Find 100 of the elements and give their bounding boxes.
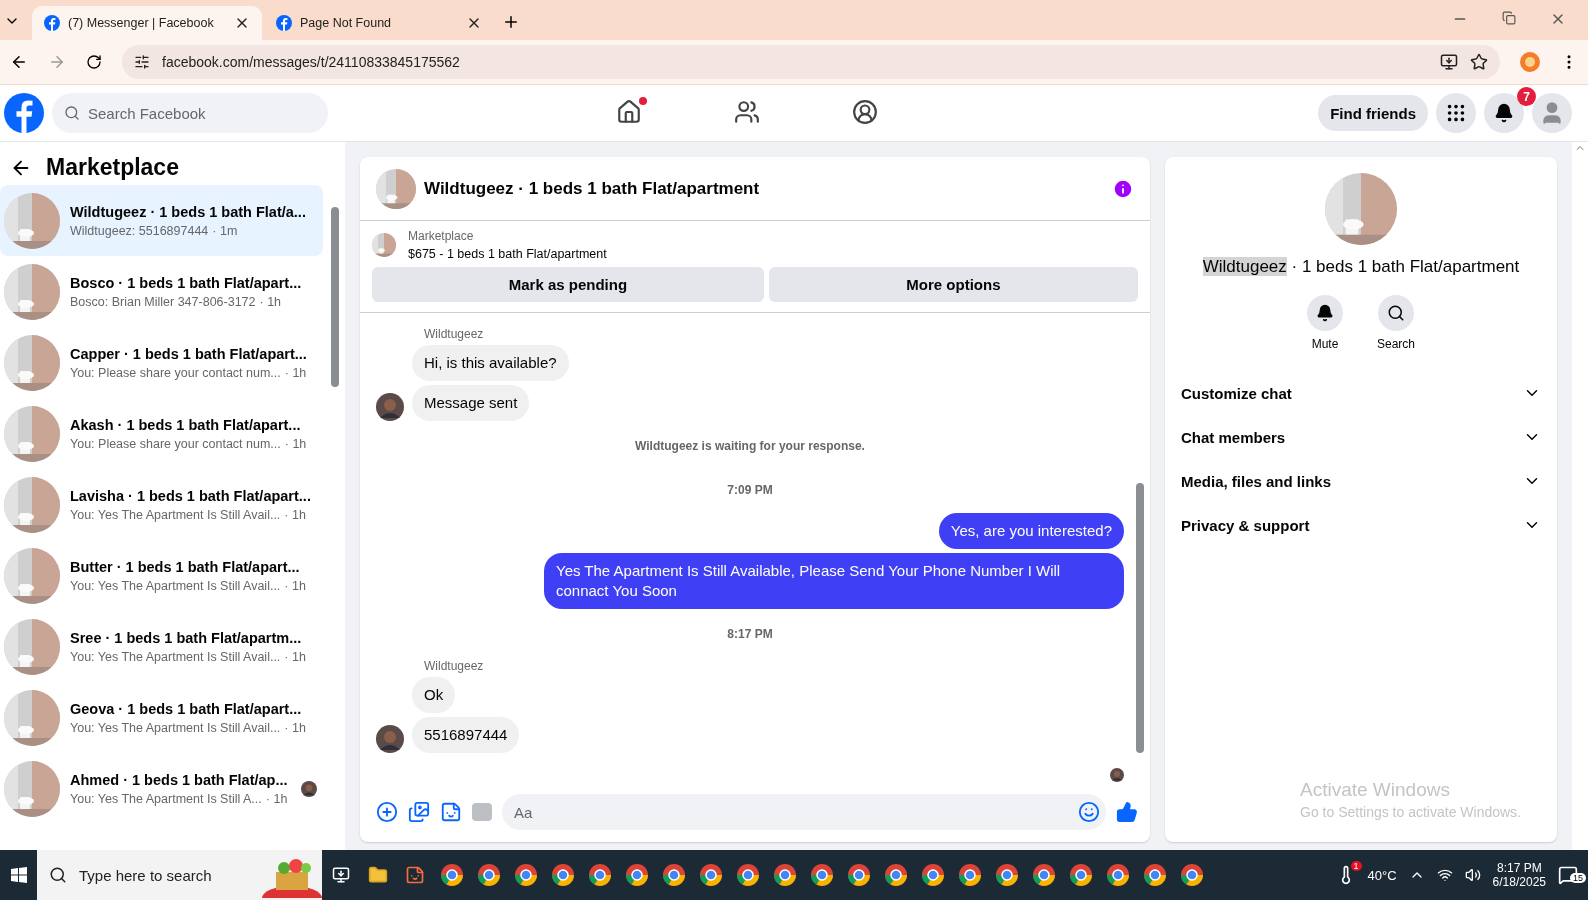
avatar <box>376 725 404 753</box>
app-icon[interactable] <box>404 865 425 885</box>
browser-icon[interactable] <box>846 863 871 887</box>
bell-icon <box>1494 103 1514 123</box>
info-icon[interactable] <box>1112 177 1134 200</box>
browser-tab[interactable]: (7) Messenger | Facebook <box>32 6 262 40</box>
conversation-item[interactable]: Capper · 1 beds 1 bath Flat/apart... You: Please share your contact num... · 1h <box>0 327 323 398</box>
find-friends-button[interactable]: Find friends <box>1318 95 1428 131</box>
conversation-title: Ahmed · 1 beds 1 bath Flat/ap... <box>70 771 289 788</box>
conversation-item[interactable]: Wildtugeez · 1 beds 1 bath Flat/a... Wildtugeez: 5516897444 · 1m <box>0 185 323 256</box>
conversation-item[interactable]: Geova · 1 beds 1 bath Flat/apart... You: Yes The Apartment Is Still Avail... · 1h <box>0 682 323 753</box>
back-icon[interactable] <box>10 53 28 71</box>
like-icon[interactable] <box>1116 801 1138 823</box>
conversation-title: Geova · 1 beds 1 bath Flat/apart... <box>70 700 303 717</box>
action-button[interactable]: Mark as pending <box>372 267 764 302</box>
browser-icon[interactable] <box>883 863 908 887</box>
conversation-title: Butter · 1 beds 1 bath Flat/apart... <box>70 558 301 575</box>
section-header[interactable]: Chat members <box>1181 415 1541 459</box>
browser-icon[interactable] <box>772 863 797 887</box>
search-icon <box>1387 304 1405 322</box>
action-button[interactable]: More options <box>768 267 1138 302</box>
browser-icon[interactable] <box>698 863 723 887</box>
windows-logo[interactable] <box>10 867 27 883</box>
browser-icon[interactable] <box>661 863 686 887</box>
section-header[interactable]: Media, files and links <box>1181 459 1541 503</box>
facebook-logo <box>44 15 60 31</box>
message-preview: You: Yes The Apartment Is Still Avail... <box>70 507 281 522</box>
photo-icon[interactable] <box>408 801 430 823</box>
browser-icon[interactable] <box>624 863 649 887</box>
message-preview: You: Please share your contact num... <box>70 436 281 451</box>
browser-icon[interactable] <box>476 863 501 887</box>
restore-icon[interactable] <box>1502 11 1516 25</box>
activation-text: Go to Settings to activate Windows. <box>1300 804 1521 820</box>
section-header[interactable]: Customize chat <box>1181 371 1541 415</box>
emoji-icon[interactable] <box>1078 801 1100 823</box>
conversation-item[interactable]: Butter · 1 beds 1 bath Flat/apart... You: Yes The Apartment Is Still Avail... · 1h <box>0 540 323 611</box>
groups-icon[interactable] <box>852 99 879 125</box>
forward-icon[interactable] <box>48 53 66 71</box>
action-label: Search <box>1377 337 1415 351</box>
browser-icon[interactable] <box>735 863 760 887</box>
browser-icon[interactable] <box>513 863 538 887</box>
scrollbar[interactable] <box>1136 483 1144 753</box>
message-bubble: Ok <box>412 677 456 713</box>
avatar <box>301 780 317 797</box>
account-button[interactable] <box>1532 93 1572 133</box>
folder-icon[interactable] <box>367 865 388 885</box>
conversation-item[interactable]: Akash · 1 beds 1 bath Flat/apart... You: Please share your contact num... · 1h <box>0 398 323 469</box>
message-bubble: 5516897444 <box>412 717 520 753</box>
browser-icon[interactable] <box>1179 863 1204 887</box>
browser-icon[interactable] <box>1031 863 1056 887</box>
install-icon[interactable] <box>1440 53 1458 71</box>
sticker-icon[interactable] <box>440 801 462 823</box>
facebook-logo[interactable] <box>4 93 44 133</box>
volume-icon[interactable] <box>1464 867 1481 883</box>
new-tab-icon[interactable] <box>502 13 520 31</box>
conversation-item[interactable]: Lavisha · 1 beds 1 bath Flat/apart... You: Yes The Apartment Is Still Avail... · 1h <box>0 469 323 540</box>
message-preview: You: Yes The Apartment Is Still Avail... <box>70 649 281 664</box>
message-time: · 1h <box>284 436 307 451</box>
wifi-icon[interactable] <box>1436 867 1453 883</box>
address-bar[interactable]: facebook.com/messages/t/24110833845175562 <box>122 45 1500 79</box>
conversation-title: Sree · 1 beds 1 bath Flat/apartm... <box>70 629 303 646</box>
message-time: · 1m <box>212 223 238 238</box>
friends-icon[interactable] <box>734 99 761 125</box>
conversation-title: Wildtugeez · 1 beds 1 bath Flat/a... <box>70 203 307 220</box>
conversation-item[interactable]: Bosco · 1 beds 1 bath Flat/apart... Bosco: Brian Miller 347-806-3172 · 1h <box>0 256 323 327</box>
browser-icon[interactable] <box>1142 863 1167 887</box>
browser-icon[interactable] <box>1105 863 1130 887</box>
notifications-button[interactable] <box>1484 93 1524 133</box>
scrollbar[interactable] <box>331 207 339 387</box>
message-time: · 1h <box>284 720 306 735</box>
browser-icon[interactable] <box>439 863 464 887</box>
search-field[interactable]: Search Facebook <box>52 93 328 133</box>
message-field[interactable]: Aa <box>502 794 1106 830</box>
conversation-title: Bosco · 1 beds 1 bath Flat/apart... <box>70 274 303 291</box>
clock[interactable]: 8:17 PM 6/18/2025 <box>1492 861 1546 889</box>
plus-icon[interactable] <box>376 801 398 823</box>
conversation-title: Capper · 1 beds 1 bath Flat/apart... <box>70 345 308 362</box>
menu-button[interactable] <box>1436 93 1476 133</box>
home-icon[interactable] <box>616 99 643 125</box>
message-preview: Bosco: Brian Miller 347-806-3172 <box>70 294 256 309</box>
taskbar-search[interactable]: Type here to search <box>37 850 322 900</box>
conversation-item[interactable]: Sree · 1 beds 1 bath Flat/apartm... You: Yes The Apartment Is Still Avail... · 1h <box>0 611 323 682</box>
bookmark-star-icon[interactable] <box>1470 53 1488 71</box>
browser-icon[interactable] <box>1068 863 1093 887</box>
search-button[interactable] <box>1378 295 1414 331</box>
section-header[interactable]: Privacy & support <box>1181 503 1541 547</box>
browser-icon[interactable] <box>994 863 1019 887</box>
section-title: Media, files and links <box>1181 472 1332 490</box>
message-time: · 1h <box>284 649 306 664</box>
message-time: · 1h <box>265 791 288 806</box>
browser-icon[interactable] <box>550 863 575 887</box>
browser-icon[interactable] <box>957 863 982 887</box>
mute-button[interactable] <box>1307 295 1343 331</box>
message-time: · 1h <box>284 365 307 380</box>
browser-icon[interactable] <box>587 863 612 887</box>
reload-icon[interactable] <box>86 54 102 70</box>
browser-icon[interactable] <box>809 863 834 887</box>
browser-icon[interactable] <box>920 863 945 887</box>
browser-tab[interactable]: Page Not Found <box>264 6 494 40</box>
conversation-item[interactable]: Ahmed · 1 beds 1 bath Flat/ap... You: Yes The Apartment Is Still A... · 1h <box>0 753 323 824</box>
